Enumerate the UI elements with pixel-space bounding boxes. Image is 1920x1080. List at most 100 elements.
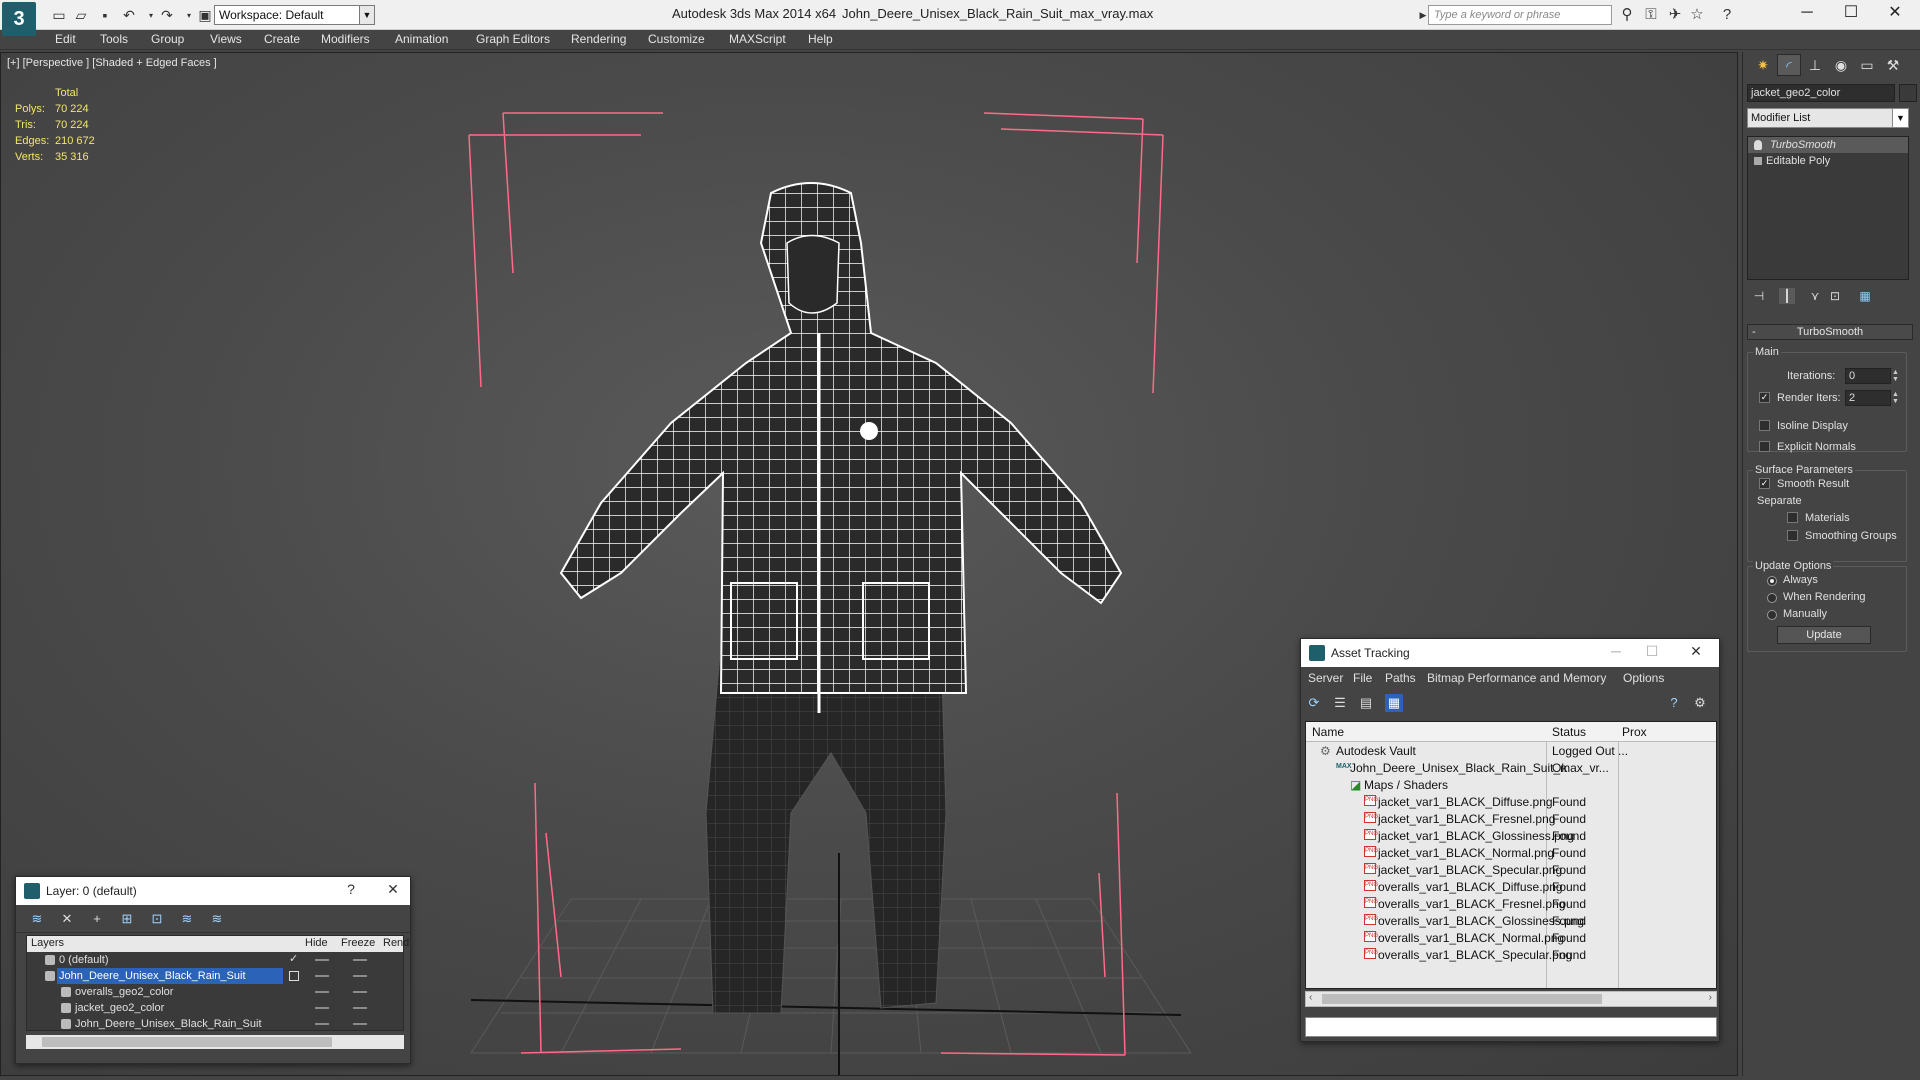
scroll-left-icon[interactable]: ‹: [1309, 992, 1312, 1003]
asset-row[interactable]: PNG overalls_var1_BLACK_Fresnel.png Found: [1306, 895, 1716, 912]
layer-row[interactable]: jacket_geo2_color: [27, 1000, 403, 1016]
redo-icon[interactable]: ↷: [156, 4, 178, 26]
turbosmooth-rollout-title[interactable]: - TurboSmooth: [1747, 324, 1913, 340]
hierarchy-tab-icon[interactable]: ⊥: [1803, 54, 1827, 76]
menu-animation[interactable]: Animation: [395, 32, 448, 46]
col-status[interactable]: Status: [1552, 725, 1586, 739]
freeze-toggle[interactable]: [353, 975, 367, 977]
asset-scroll-thumb[interactable]: [1322, 994, 1602, 1004]
close-icon[interactable]: ✕: [1872, 0, 1918, 28]
layer-highlight-icon[interactable]: ⊡: [148, 910, 166, 928]
asset-row[interactable]: PNG jacket_var1_BLACK_Fresnel.png Found: [1306, 810, 1716, 827]
hide-toggle[interactable]: [315, 1007, 329, 1009]
new-file-icon[interactable]: ▭: [48, 4, 70, 26]
undo-icon[interactable]: ↶: [118, 4, 140, 26]
search-input[interactable]: Type a keyword or phrase: [1428, 5, 1612, 25]
motion-tab-icon[interactable]: ◉: [1829, 54, 1853, 76]
update-button[interactable]: Update: [1777, 626, 1871, 644]
render-iters-spinner[interactable]: 2 ▲ ▼: [1845, 390, 1899, 406]
smooth-result-checkbox[interactable]: ✓: [1759, 478, 1770, 489]
asset-row[interactable]: PNG overalls_var1_BLACK_Specular.png Found: [1306, 946, 1716, 963]
layer-close-icon[interactable]: ✕: [378, 881, 408, 901]
asset-row[interactable]: PNG overalls_var1_BLACK_Diffuse.png Found: [1306, 878, 1716, 895]
col-freeze[interactable]: Freeze: [341, 937, 375, 949]
layer-new-icon[interactable]: ≋: [28, 910, 46, 928]
create-tab-icon[interactable]: ✷: [1751, 54, 1775, 76]
configure-sets-icon[interactable]: ▦: [1857, 288, 1873, 304]
col-layers[interactable]: Layers: [31, 937, 64, 949]
stack-item-turbosmooth[interactable]: TurboSmooth: [1748, 137, 1908, 153]
menu-rendering[interactable]: Rendering: [571, 32, 626, 46]
maximize-icon[interactable]: ☐: [1828, 0, 1874, 28]
col-hide[interactable]: Hide: [305, 937, 328, 949]
active-layer-check-icon[interactable]: ✓: [289, 952, 298, 965]
layer-select-icon[interactable]: ⊞: [118, 910, 136, 928]
stack-item-editable-poly[interactable]: Editable Poly: [1748, 153, 1908, 169]
asset-row[interactable]: ◪ Maps / Shaders: [1306, 776, 1716, 793]
asset-path-field[interactable]: [1305, 1017, 1717, 1037]
open-file-icon[interactable]: ▱: [70, 4, 92, 26]
asset-menu-bitmap[interactable]: Bitmap Performance and Memory: [1427, 671, 1606, 685]
layer-row[interactable]: John_Deere_Unisex_Black_Rain_Suit: [27, 968, 403, 984]
set-current-layer-icon[interactable]: [289, 971, 299, 981]
col-proxy[interactable]: Prox: [1622, 725, 1647, 739]
layer-scroll-thumb[interactable]: [42, 1037, 332, 1047]
modifier-toggle-bulb-icon[interactable]: [1754, 140, 1762, 150]
asset-row[interactable]: PNG jacket_var1_BLACK_Normal.png Found: [1306, 844, 1716, 861]
scroll-right-icon[interactable]: ›: [1709, 992, 1712, 1003]
explicit-normals-checkbox[interactable]: [1759, 441, 1770, 452]
viewport-label[interactable]: [+] [Perspective ] [Shaded + Edged Faces…: [7, 57, 217, 69]
asset-maximize-icon[interactable]: ☐: [1637, 643, 1667, 663]
asset-menu-server[interactable]: Server: [1308, 671, 1343, 685]
freeze-toggle[interactable]: [353, 1007, 367, 1009]
freeze-toggle[interactable]: [353, 1023, 367, 1025]
materials-checkbox[interactable]: [1787, 512, 1798, 523]
modifier-list-dropdown-icon[interactable]: ▼: [1892, 109, 1908, 127]
col-name[interactable]: Name: [1312, 725, 1344, 739]
asset-menu-file[interactable]: File: [1353, 671, 1372, 685]
make-unique-icon[interactable]: ⋎: [1807, 288, 1823, 304]
smoothing-groups-checkbox[interactable]: [1787, 530, 1798, 541]
asset-row[interactable]: PNG jacket_var1_BLACK_Specular.png Found: [1306, 861, 1716, 878]
asset-row[interactable]: PNG overalls_var1_BLACK_Glossiness.png Fou…: [1306, 912, 1716, 929]
refresh-icon[interactable]: ⟳: [1305, 694, 1323, 712]
layer-dialog-titlebar[interactable]: Layer: 0 (default) ? ✕: [16, 877, 410, 905]
asset-row[interactable]: PNG jacket_var1_BLACK_Glossiness.png Found: [1306, 827, 1716, 844]
layer-row[interactable]: overalls_geo2_color: [27, 984, 403, 1000]
menu-help[interactable]: Help: [808, 32, 833, 46]
layer-hscrollbar[interactable]: [26, 1035, 404, 1049]
spinner-arrows-icon[interactable]: ▲ ▼: [1892, 369, 1902, 383]
asset-help-icon[interactable]: ?: [1665, 694, 1683, 712]
pin-stack-icon[interactable]: ⊣: [1751, 288, 1767, 304]
list-view-icon[interactable]: ☰: [1331, 694, 1349, 712]
menu-create[interactable]: Create: [264, 32, 300, 46]
layer-freeze-all-icon[interactable]: ≋: [208, 910, 226, 928]
hide-toggle[interactable]: [315, 991, 329, 993]
app-logo-icon[interactable]: 3: [2, 2, 36, 36]
menu-modifiers[interactable]: Modifiers: [321, 32, 370, 46]
hide-toggle[interactable]: [315, 959, 329, 961]
menu-views[interactable]: Views: [210, 32, 242, 46]
modifier-list-select[interactable]: Modifier List ▼: [1747, 108, 1909, 128]
asset-row[interactable]: ⚙ Autodesk Vault Logged Out ...: [1306, 742, 1716, 759]
hide-toggle[interactable]: [315, 975, 329, 977]
menu-graph-editors[interactable]: Graph Editors: [476, 32, 550, 46]
when-rendering-radio[interactable]: [1767, 593, 1777, 603]
menu-edit[interactable]: Edit: [55, 32, 76, 46]
manually-radio[interactable]: [1767, 610, 1777, 620]
asset-row[interactable]: PNG jacket_var1_BLACK_Diffuse.png Found: [1306, 793, 1716, 810]
layer-row[interactable]: John_Deere_Unisex_Black_Rain_Suit: [27, 1016, 403, 1032]
project-folder-icon[interactable]: ▣: [194, 4, 216, 26]
always-radio[interactable]: [1767, 576, 1777, 586]
layer-hide-all-icon[interactable]: ≋: [178, 910, 196, 928]
asset-dialog-titlebar[interactable]: Asset Tracking ─ ☐ ✕: [1301, 639, 1719, 667]
asset-minimize-icon[interactable]: ─: [1601, 643, 1631, 663]
table-view-icon[interactable]: ▦: [1385, 694, 1403, 712]
workspace-dropdown-icon[interactable]: ▼: [359, 5, 375, 25]
menu-maxscript[interactable]: MAXScript: [729, 32, 786, 46]
col-render[interactable]: Rend: [383, 937, 409, 949]
layer-delete-icon[interactable]: ✕: [58, 910, 76, 928]
favorites-star-icon[interactable]: ☆: [1688, 6, 1706, 24]
hide-toggle[interactable]: [315, 1023, 329, 1025]
communication-center-icon[interactable]: ✈: [1666, 6, 1684, 24]
